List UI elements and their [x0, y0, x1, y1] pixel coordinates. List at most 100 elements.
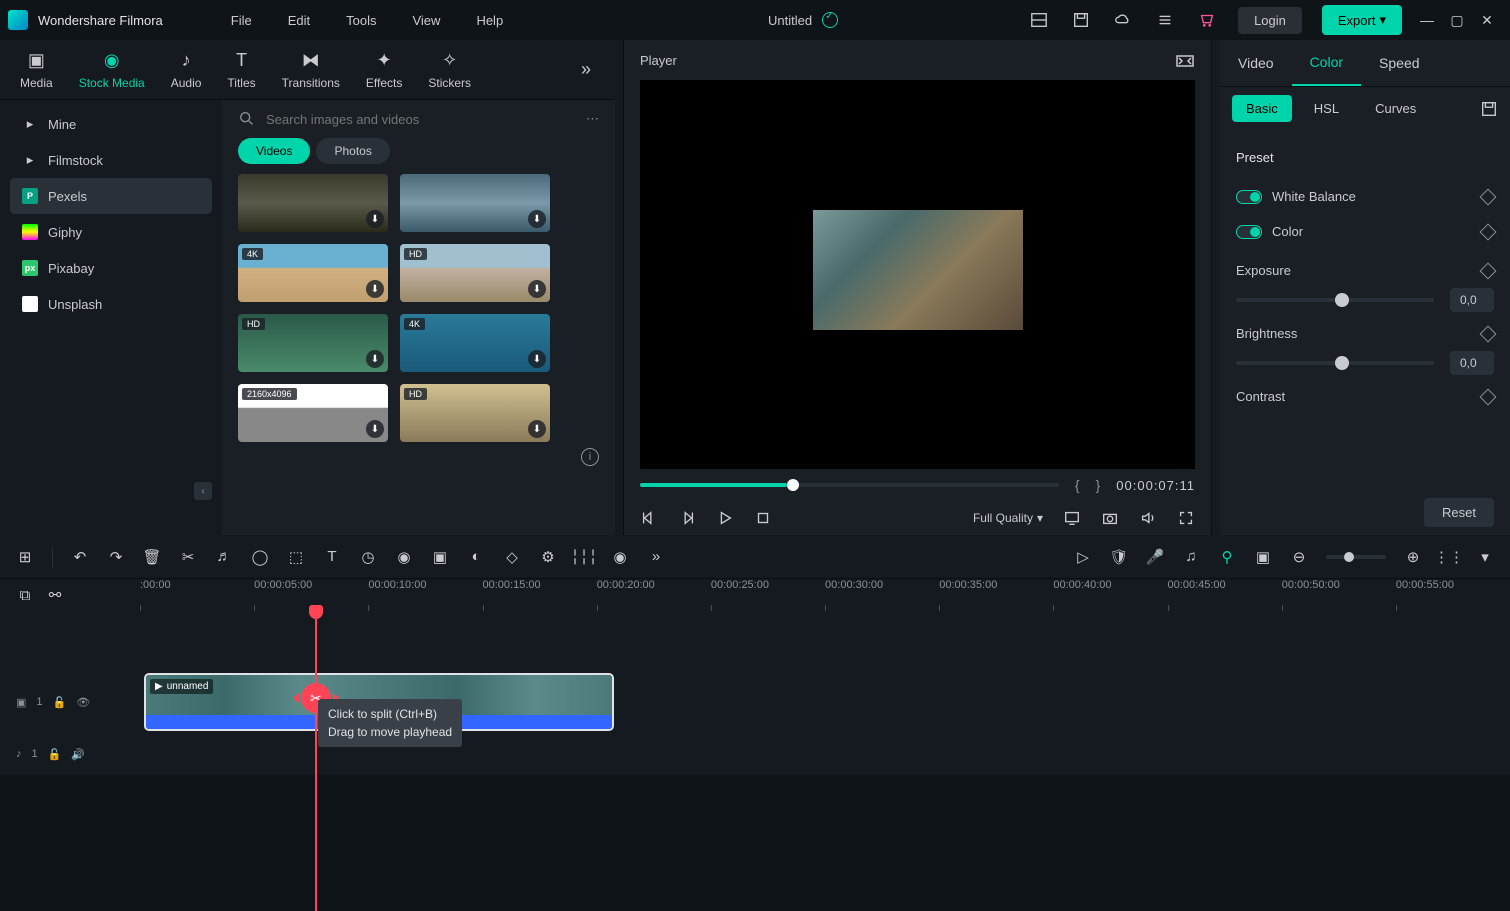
text-icon[interactable]: T: [323, 548, 341, 566]
snapshot-icon[interactable]: [1101, 509, 1119, 527]
display-icon[interactable]: [1063, 509, 1081, 527]
keyframe-icon[interactable]: [1480, 262, 1497, 279]
tab-audio[interactable]: ♪Audio: [161, 46, 212, 94]
tab-transitions[interactable]: ⧓Transitions: [272, 46, 350, 94]
window-maximize-icon[interactable]: ▢: [1442, 5, 1472, 35]
stop-icon[interactable]: [754, 509, 772, 527]
window-close-icon[interactable]: ✕: [1472, 5, 1502, 35]
play-icon[interactable]: [716, 509, 734, 527]
sidebar-item-unsplash[interactable]: Unsplash: [10, 286, 212, 322]
layout-icon[interactable]: [1030, 11, 1048, 29]
zoom-out-icon[interactable]: ⊖: [1290, 548, 1308, 566]
link-icon[interactable]: ⚯: [46, 586, 64, 604]
cart-icon[interactable]: [1198, 11, 1216, 29]
toggle-color[interactable]: [1236, 225, 1262, 239]
slider-value[interactable]: 0,0: [1450, 288, 1494, 312]
menu-lines-icon[interactable]: [1156, 11, 1174, 29]
menu-view[interactable]: View: [412, 13, 440, 28]
download-icon[interactable]: ⬇: [528, 350, 546, 368]
lock-icon[interactable]: 🔓: [53, 696, 67, 709]
zoom-in-icon[interactable]: ⊕: [1404, 548, 1422, 566]
window-minimize-icon[interactable]: —: [1412, 5, 1442, 35]
keyframe-icon[interactable]: [1480, 188, 1497, 205]
login-button[interactable]: Login: [1238, 7, 1302, 34]
timeline-ruler[interactable]: :00:0000:00:05:0000:00:10:0000:00:15:000…: [140, 579, 1510, 611]
slider-track[interactable]: [1236, 298, 1434, 302]
stock-thumbnail[interactable]: HD⬇: [238, 314, 388, 372]
stock-thumbnail[interactable]: HD⬇: [400, 244, 550, 302]
square-icon[interactable]: ▣: [1254, 548, 1272, 566]
track-opts-icon[interactable]: ⋮⋮: [1440, 548, 1458, 566]
magnet-icon[interactable]: ⚲: [1218, 548, 1236, 566]
sidebar-item-pexels[interactable]: PPexels: [10, 178, 212, 214]
stock-thumbnail[interactable]: 4K⬇: [238, 244, 388, 302]
voiceover-icon[interactable]: 🎤: [1146, 548, 1164, 566]
volume-icon[interactable]: [1139, 509, 1157, 527]
export-button[interactable]: Export▾: [1322, 5, 1402, 35]
preview-viewport[interactable]: [640, 80, 1195, 469]
download-icon[interactable]: ⬇: [366, 350, 384, 368]
download-icon[interactable]: ⬇: [528, 420, 546, 438]
compare-icon[interactable]: [1175, 50, 1195, 70]
lock-icon[interactable]: 🔓: [48, 748, 62, 761]
tab-media[interactable]: ▣Media: [10, 46, 63, 94]
slider-track[interactable]: [1236, 361, 1434, 365]
prev-frame-icon[interactable]: [640, 509, 658, 527]
keyframe-icon[interactable]: [1480, 223, 1497, 240]
sidebar-item-filmstock[interactable]: ▸Filmstock: [10, 142, 212, 178]
cloud-icon[interactable]: [1114, 11, 1132, 29]
chip-videos[interactable]: Videos: [238, 138, 310, 164]
tab-stickers[interactable]: ✧Stickers: [418, 46, 481, 94]
menu-tools[interactable]: Tools: [346, 13, 376, 28]
sidebar-item-giphy[interactable]: Giphy: [10, 214, 212, 250]
keyframe-icon[interactable]: [1480, 388, 1497, 405]
mask-icon[interactable]: ◯: [251, 548, 269, 566]
tab-titles[interactable]: TTitles: [217, 46, 265, 94]
download-icon[interactable]: ⬇: [366, 210, 384, 228]
slider-thumb[interactable]: [1335, 293, 1349, 307]
sidebar-item-mine[interactable]: ▸Mine: [10, 106, 212, 142]
search-input[interactable]: [266, 112, 576, 127]
download-icon[interactable]: ⬇: [366, 280, 384, 298]
track-opts-dropdown-icon[interactable]: ▾: [1476, 548, 1494, 566]
stock-thumbnail[interactable]: 4K⬇: [400, 314, 550, 372]
progress-bar[interactable]: [640, 483, 1059, 487]
mark-out-icon[interactable]: }: [1096, 477, 1101, 493]
stock-thumbnail[interactable]: ⬇: [400, 174, 550, 232]
split-icon[interactable]: ✂: [179, 548, 197, 566]
delete-icon[interactable]: 🗑: [143, 548, 161, 566]
crop-icon[interactable]: ⬚: [287, 548, 305, 566]
info-icon[interactable]: i: [581, 448, 599, 466]
undo-icon[interactable]: ↶: [71, 548, 89, 566]
color-icon[interactable]: ◉: [395, 548, 413, 566]
fullscreen-icon[interactable]: [1177, 509, 1195, 527]
sidebar-item-pixabay[interactable]: pxPixabay: [10, 250, 212, 286]
stock-thumbnail[interactable]: ⬇: [238, 174, 388, 232]
save-preset-icon[interactable]: [1480, 100, 1498, 118]
copy-icon[interactable]: ⧉: [16, 586, 34, 604]
keyframe-icon[interactable]: [1480, 325, 1497, 342]
expand-right-icon[interactable]: »: [581, 59, 605, 80]
download-icon[interactable]: ⬇: [528, 210, 546, 228]
redo-icon[interactable]: ↷: [107, 548, 125, 566]
mixer-icon[interactable]: ╎╎╎: [575, 548, 593, 566]
subtab-basic[interactable]: Basic: [1232, 95, 1292, 122]
grid-icon[interactable]: ⊞: [16, 548, 34, 566]
progress-thumb[interactable]: [787, 479, 799, 491]
more-tools-icon[interactable]: »: [647, 548, 665, 566]
zoom-slider[interactable]: [1326, 555, 1386, 559]
render-icon[interactable]: ◉: [611, 548, 629, 566]
subtab-hsl[interactable]: HSL: [1300, 95, 1353, 122]
audio-mixer-icon[interactable]: ♫: [1182, 548, 1200, 566]
download-icon[interactable]: ⬇: [528, 280, 546, 298]
slider-value[interactable]: 0,0: [1450, 351, 1494, 375]
reset-button[interactable]: Reset: [1424, 498, 1494, 527]
stock-thumbnail[interactable]: 2160x4096⬇: [238, 384, 388, 442]
tab-stock-media[interactable]: ◉Stock Media: [69, 46, 155, 94]
slider-thumb[interactable]: [1335, 356, 1349, 370]
menu-help[interactable]: Help: [476, 13, 503, 28]
tab-effects[interactable]: ✦Effects: [356, 46, 412, 94]
more-icon[interactable]: ⋯: [586, 111, 599, 127]
speed-icon[interactable]: ◷: [359, 548, 377, 566]
visible-icon[interactable]: 👁: [76, 696, 90, 709]
